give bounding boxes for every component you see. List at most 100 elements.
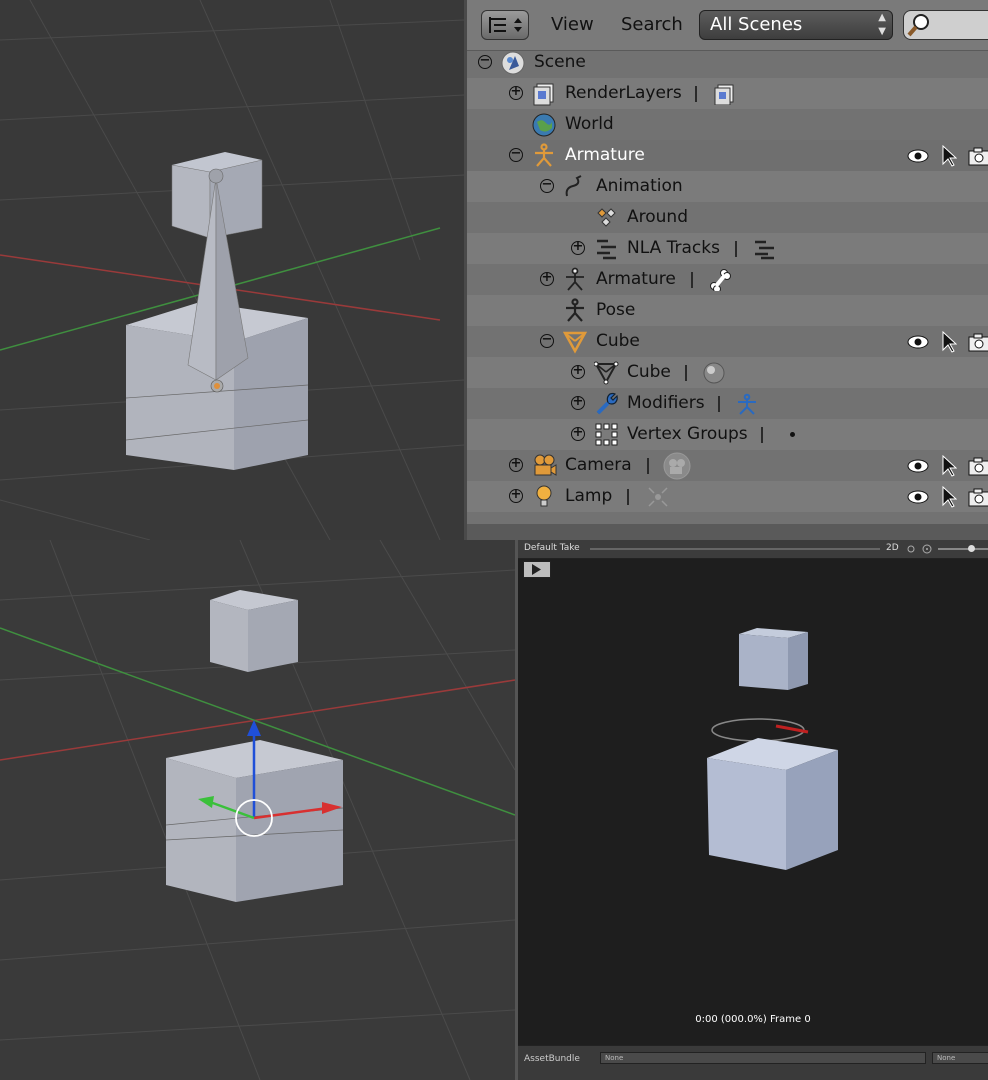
outliner-row-armature-object[interactable]: − Armature xyxy=(467,140,988,171)
outliner-label: Armature xyxy=(596,269,676,289)
outliner-row-camera[interactable]: + Camera xyxy=(467,450,988,481)
armature-modifier-icon[interactable] xyxy=(736,393,758,415)
expand-toggle[interactable]: + xyxy=(540,271,554,286)
eye-icon[interactable] xyxy=(907,487,929,507)
outliner-row-armature-data[interactable]: + Armature xyxy=(467,264,988,295)
outliner-row-cube-mesh[interactable]: + Cube xyxy=(467,357,988,388)
frame-status-label: 0:00 (000.0%) Frame 0 xyxy=(695,1014,811,1025)
mesh-object-icon xyxy=(563,331,588,354)
outliner-label: NLA Tracks xyxy=(627,238,720,258)
outliner-row-scene[interactable]: − Scene xyxy=(467,47,988,78)
outliner-label: Around xyxy=(627,207,688,227)
eye-icon[interactable] xyxy=(907,456,929,476)
timeline-track[interactable] xyxy=(590,548,880,550)
outliner-label: Lamp xyxy=(565,486,613,506)
lamp-object-icon xyxy=(536,485,552,507)
camera-data-icon[interactable] xyxy=(663,452,691,480)
render-camera-icon[interactable] xyxy=(967,487,988,507)
assetbundle-variant-select[interactable]: None xyxy=(932,1052,988,1064)
outliner-row-renderlayers[interactable]: + RenderLayers xyxy=(467,78,988,109)
expand-toggle[interactable]: + xyxy=(509,457,523,472)
wrench-icon xyxy=(596,392,618,415)
outliner-row-pose[interactable]: Pose xyxy=(467,295,988,326)
mesh-data-icon xyxy=(594,361,619,385)
outliner-row-world[interactable]: World xyxy=(467,109,988,140)
outliner-label: Cube xyxy=(596,331,640,351)
outliner-row-nla-tracks[interactable]: + NLA Tracks xyxy=(467,233,988,264)
assetbundle-label: AssetBundle xyxy=(524,1054,580,1064)
expand-toggle[interactable]: + xyxy=(571,395,585,410)
target-icon[interactable] xyxy=(922,544,932,554)
play-icon xyxy=(532,564,541,575)
nla-tracks-icon[interactable] xyxy=(753,238,775,260)
outliner-footer-bar xyxy=(467,524,988,540)
search-menu[interactable]: Search xyxy=(621,14,683,35)
cursor-arrow-icon[interactable] xyxy=(941,455,957,477)
render-camera-icon[interactable] xyxy=(967,456,988,476)
nla-tracks-icon xyxy=(597,239,616,260)
outliner-tree-icon xyxy=(489,17,522,33)
separator xyxy=(761,427,763,443)
take-label[interactable]: Default Take xyxy=(524,543,580,553)
collapse-toggle[interactable]: − xyxy=(540,333,554,348)
speed-slider[interactable] xyxy=(938,545,988,552)
assetbundle-name-select[interactable]: None xyxy=(600,1052,926,1064)
vertex-group-dot-icon xyxy=(790,432,795,437)
viewport-3d-transform-canvas xyxy=(0,540,515,1080)
unity-model-preview[interactable]: Default Take 2D 0:00 (000.0%) Frame 0 As… xyxy=(515,540,988,1080)
play-button[interactable] xyxy=(523,561,551,578)
outliner-label: Armature xyxy=(565,145,645,165)
separator xyxy=(685,365,687,381)
outliner-row-lamp[interactable]: + Lamp xyxy=(467,481,988,512)
outliner-row-modifiers[interactable]: + Modifiers xyxy=(467,388,988,419)
outliner-row-vertex-groups[interactable]: + Vertex Groups xyxy=(467,419,988,450)
separator xyxy=(647,458,649,474)
search-input[interactable] xyxy=(903,10,988,40)
outliner-label: Pose xyxy=(596,300,636,320)
bone-icon[interactable] xyxy=(709,269,731,291)
assetbundle-bar: AssetBundle None None xyxy=(518,1045,988,1080)
render-camera-icon[interactable] xyxy=(967,146,988,166)
separator xyxy=(695,86,697,102)
render-camera-icon[interactable] xyxy=(967,332,988,352)
mode-2d-toggle[interactable]: 2D xyxy=(886,543,899,553)
outliner-row-cube-object[interactable]: − Cube xyxy=(467,326,988,357)
eye-icon[interactable] xyxy=(907,146,929,166)
render-layers-icon xyxy=(533,83,554,106)
viewport-3d-armature-canvas xyxy=(0,0,464,540)
cursor-arrow-icon[interactable] xyxy=(941,486,957,508)
speed-slider-handle[interactable] xyxy=(968,545,975,552)
render-layers-icon[interactable] xyxy=(713,83,735,105)
expand-toggle[interactable]: + xyxy=(509,85,523,100)
collapse-toggle[interactable]: − xyxy=(509,147,523,162)
material-sphere-icon[interactable] xyxy=(703,362,725,384)
pose-icon xyxy=(566,298,584,322)
outliner-row-action-around[interactable]: Around xyxy=(467,202,988,233)
cursor-arrow-icon[interactable] xyxy=(941,331,957,353)
collapse-toggle[interactable]: − xyxy=(478,54,492,69)
up-down-arrows-icon: ▲ ▼ xyxy=(878,12,886,37)
small-cube xyxy=(739,628,808,690)
scene-filter-select[interactable]: All Scenes ▲ ▼ xyxy=(699,10,893,40)
display-mode-button[interactable] xyxy=(481,10,529,40)
expand-toggle[interactable]: + xyxy=(571,240,585,255)
expand-toggle[interactable]: + xyxy=(571,364,585,379)
lamp-data-icon[interactable] xyxy=(647,486,669,508)
small-cube[interactable] xyxy=(210,590,298,672)
animation-icon xyxy=(565,175,582,197)
viewport-3d-armature[interactable] xyxy=(0,0,464,540)
magnifier-icon xyxy=(907,14,929,37)
view-menu[interactable]: View xyxy=(551,14,594,35)
scene-filter-value: All Scenes xyxy=(710,14,803,35)
viewport-3d-transform[interactable] xyxy=(0,540,515,1080)
eye-icon[interactable] xyxy=(907,332,929,352)
outliner-label: Camera xyxy=(565,455,632,475)
cursor-arrow-icon[interactable] xyxy=(941,145,957,167)
outliner-panel[interactable]: View Search All Scenes ▲ ▼ − Scene + Ren… xyxy=(464,0,988,540)
outliner-row-animation[interactable]: − Animation xyxy=(467,171,988,202)
separator xyxy=(691,272,693,288)
expand-toggle[interactable]: + xyxy=(571,426,585,441)
expand-toggle[interactable]: + xyxy=(509,488,523,503)
collapse-toggle[interactable]: − xyxy=(540,178,554,193)
light-toggle-icon[interactable] xyxy=(906,544,916,554)
